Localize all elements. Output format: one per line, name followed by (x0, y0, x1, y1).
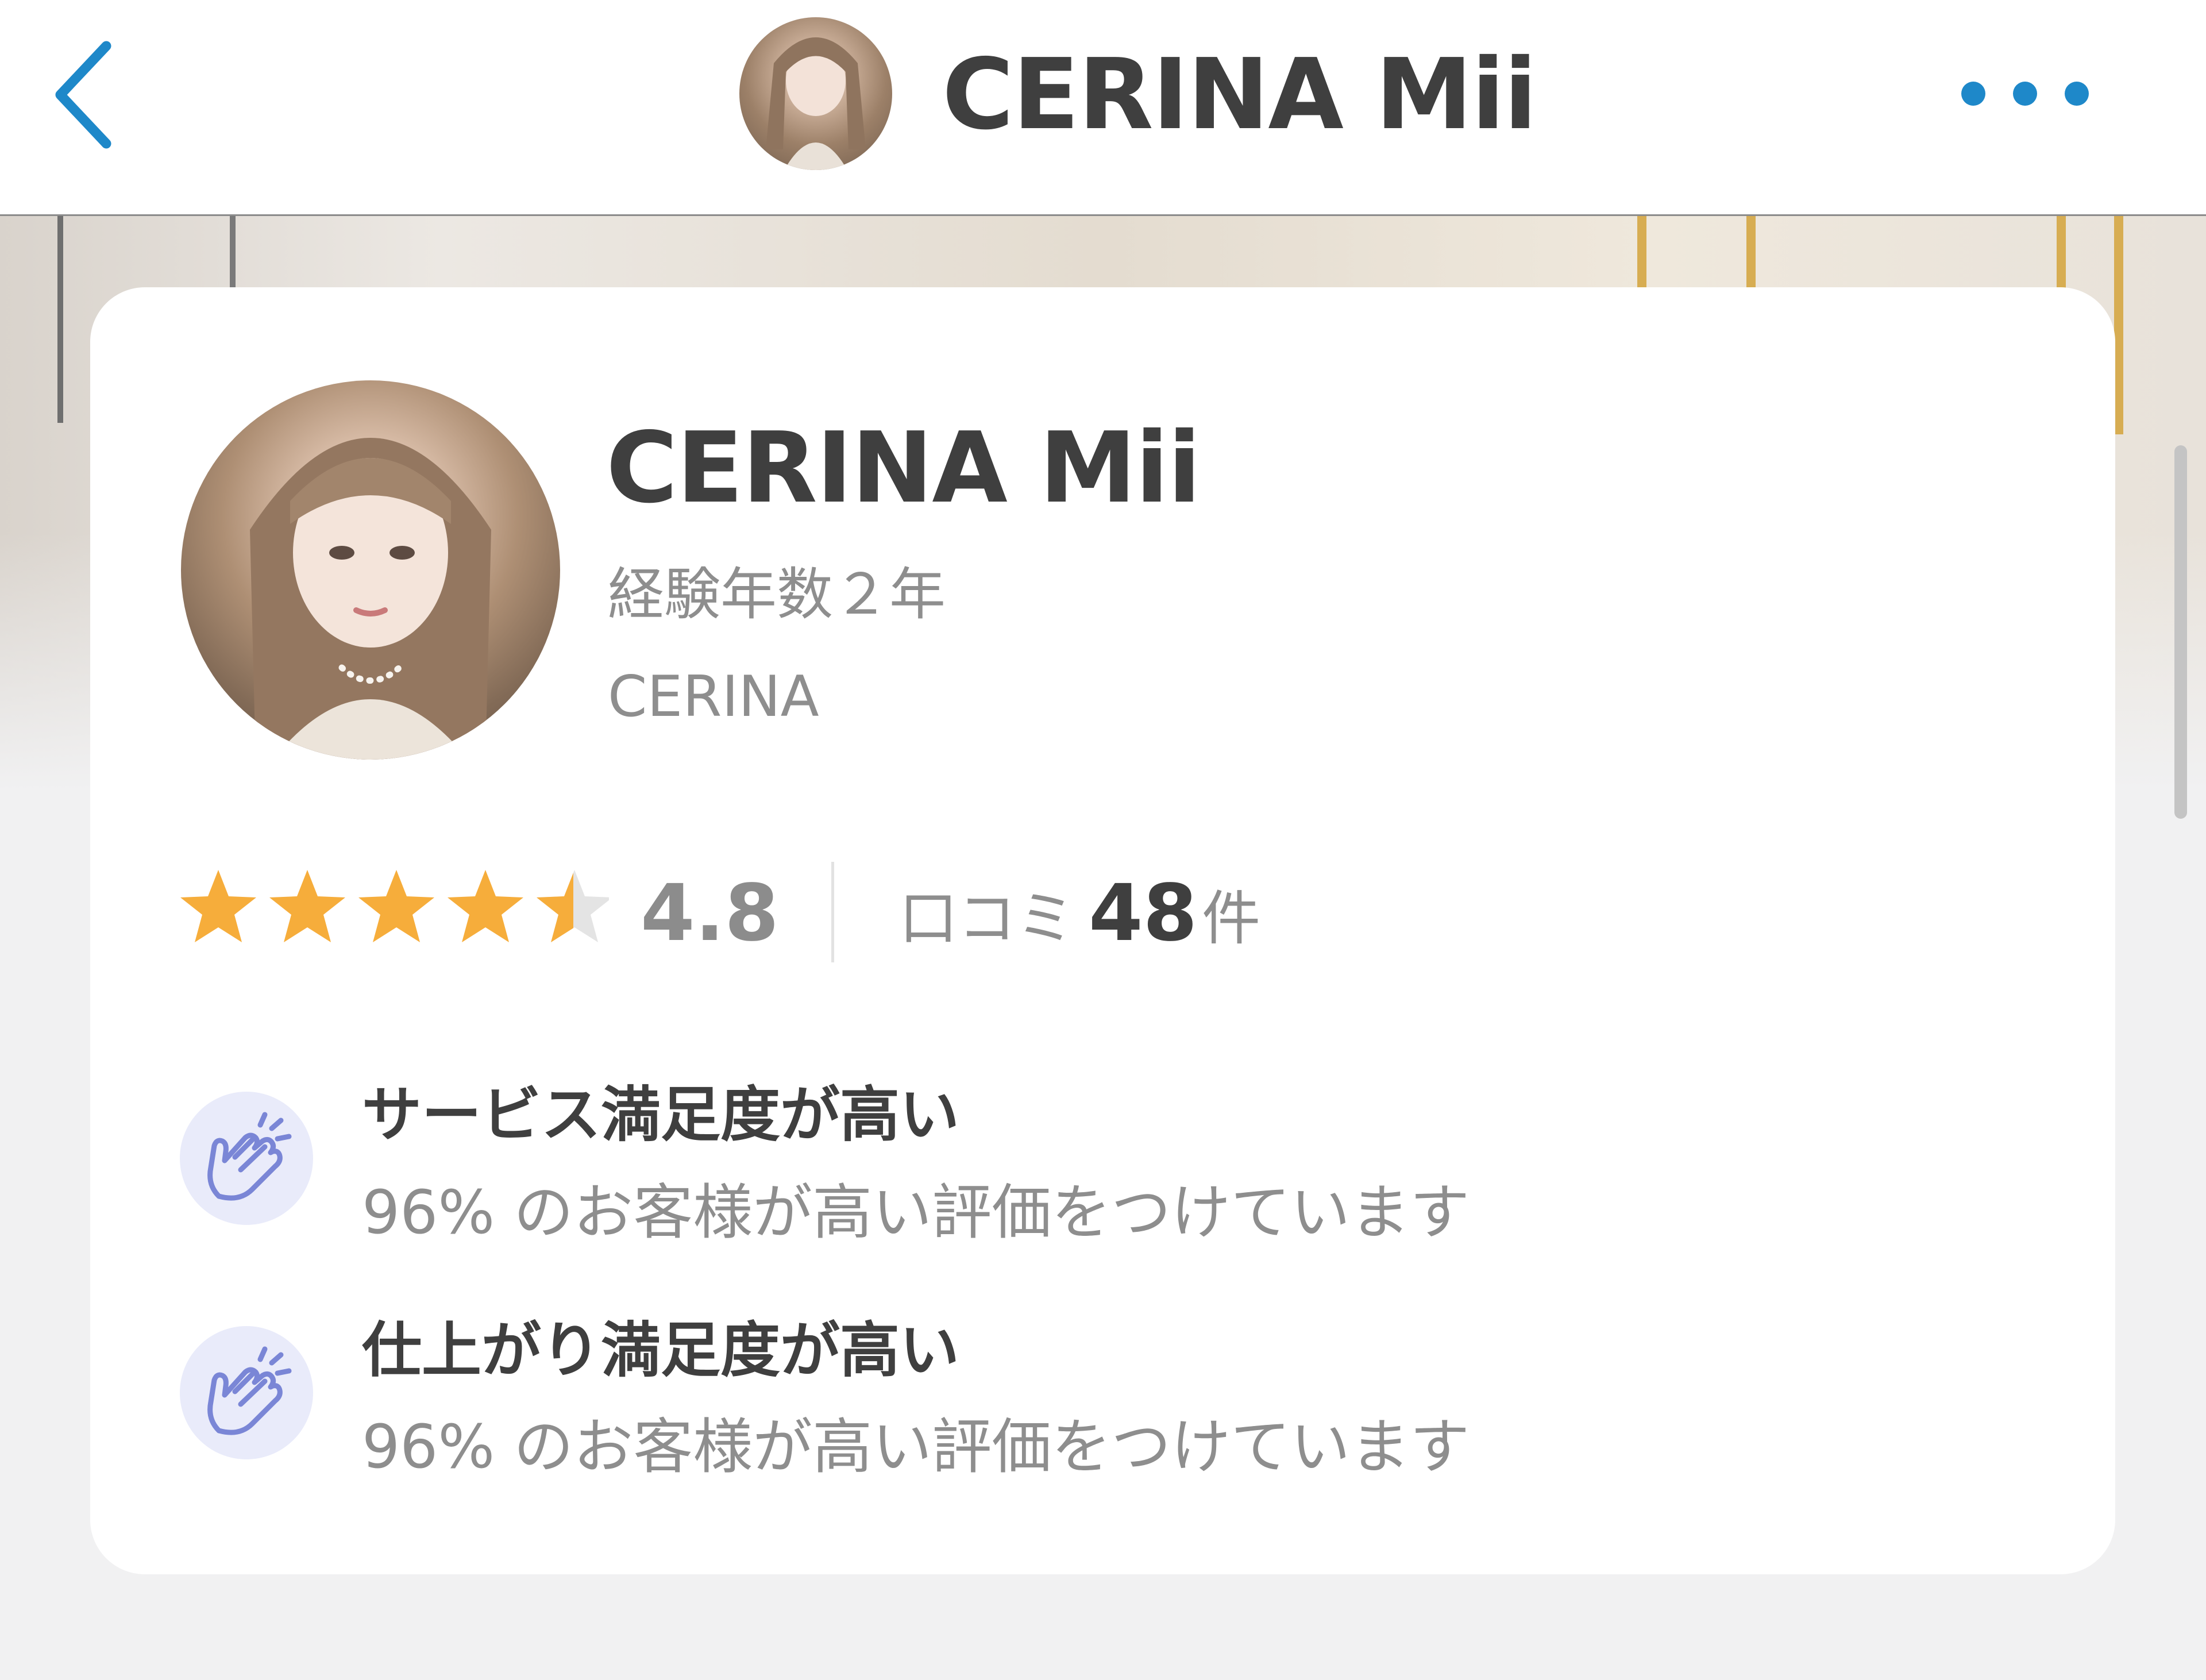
feature-description: 96% のお客様が高い評価をつけています (362, 1177, 1470, 1247)
experience-years: 経験年数２年 (608, 562, 946, 627)
feature-icon-circle (180, 1092, 313, 1225)
star-half-icon (537, 870, 612, 942)
rating-value: 4.8 (641, 868, 779, 959)
divider (831, 862, 834, 962)
review-count-unit: 件 (1202, 885, 1260, 953)
nav-title: CERINA Mii (942, 38, 1537, 152)
star-icon (269, 870, 345, 942)
review-count[interactable]: 48 (1089, 865, 1197, 962)
stylist-avatar (181, 380, 560, 760)
star-icon (448, 870, 523, 942)
scrollbar[interactable] (2174, 445, 2187, 819)
more-horizontal-icon (1961, 82, 2089, 106)
stylist-name: CERINA Mii (606, 411, 1201, 525)
back-button[interactable] (46, 34, 132, 167)
top-nav-bar: CERINA Mii (0, 0, 2206, 216)
feature-icon-circle (180, 1326, 313, 1459)
star-icon (358, 870, 434, 942)
nav-avatar (739, 17, 892, 170)
star-rating (178, 866, 612, 953)
clapping-hands-icon (207, 1112, 292, 1201)
salon-name: CERINA (608, 664, 819, 730)
chevron-left-icon (55, 41, 111, 149)
star-icon (180, 870, 256, 942)
review-label[interactable]: 口コミ (899, 879, 1075, 960)
feature-title: 仕上がり満足度が高い (362, 1315, 960, 1385)
feature-title: サービス満足度が高い (362, 1080, 960, 1150)
clapping-hands-icon (207, 1346, 292, 1435)
feature-description: 96% のお客様が高い評価をつけています (362, 1412, 1470, 1482)
more-options-button[interactable] (1956, 66, 2094, 121)
